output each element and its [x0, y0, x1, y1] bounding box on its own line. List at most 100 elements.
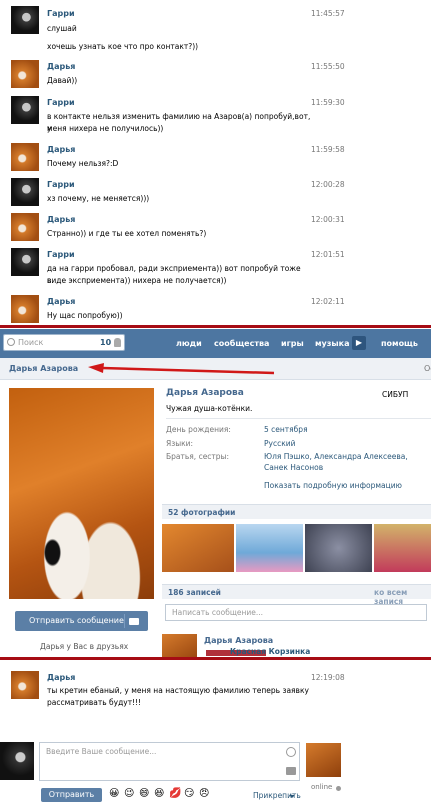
field-value[interactable]: Юля Пэшко, Александра Алексеева, Санек Н… — [264, 451, 429, 473]
divider — [166, 418, 431, 419]
friends-note: Дарья у Вас в друзьях — [40, 642, 129, 651]
avatar[interactable] — [11, 178, 39, 206]
message-text: слушай — [47, 24, 77, 33]
wall-author-name[interactable]: Дарья Азарова — [204, 636, 273, 645]
message-placeholder: Введите Ваше сообщение... — [46, 747, 157, 756]
camera-icon[interactable] — [286, 767, 296, 775]
search-icon — [7, 338, 15, 346]
photo-thumbnail[interactable] — [162, 524, 234, 572]
post-placeholder: Написать сообщение... — [172, 608, 264, 617]
field-value[interactable]: 5 сентября — [264, 424, 429, 435]
message-time: 12:00:28 — [311, 180, 345, 189]
recipient-avatar[interactable] — [306, 743, 341, 777]
sender-name[interactable]: Гарри — [47, 9, 75, 18]
emoji-icon[interactable]: 😀 — [109, 788, 119, 800]
wall-attachment-title[interactable]: Красная Корзинка — [230, 647, 310, 656]
show-more-info-link[interactable]: Показать подробную информацию — [264, 481, 402, 490]
sender-name[interactable]: Дарья — [47, 215, 75, 224]
nav-communities[interactable]: сообщества — [214, 339, 269, 348]
message-input[interactable]: Введите Ваше сообщение... — [39, 742, 300, 781]
play-icon[interactable]: ▶ — [352, 336, 366, 350]
avatar[interactable] — [11, 60, 39, 88]
message-time: 12:02:11 — [311, 297, 345, 306]
avatar[interactable] — [11, 6, 39, 34]
avatar[interactable] — [11, 143, 39, 171]
search-placeholder: Поиск — [18, 338, 44, 347]
sender-name[interactable]: Гарри — [47, 98, 75, 107]
emoji-icon[interactable]: 😄 — [139, 788, 149, 800]
message-text: хз почему, не меняется))) — [47, 194, 150, 203]
message-text: виде эксприемента)) нихера не получается… — [47, 276, 227, 285]
nav-music[interactable]: музыка — [315, 339, 349, 348]
smiley-icon[interactable] — [286, 747, 296, 757]
sender-name[interactable]: Гарри — [47, 180, 75, 189]
avatar[interactable] — [11, 213, 39, 241]
message-time: 11:59:30 — [311, 98, 345, 107]
emoji-icon[interactable]: 😠 — [199, 788, 209, 800]
divider-line — [0, 325, 431, 328]
search-count: 10 — [100, 338, 112, 347]
search-input[interactable]: Поиск 10 — [3, 334, 125, 351]
top-nav-bar: Поиск 10 люди сообщества игры музыка ▶ п… — [0, 329, 431, 358]
message-text: Ну щас попробую)) — [47, 311, 123, 320]
message-text: меня нихера не получилось)) — [47, 124, 164, 133]
avatar[interactable] — [11, 295, 39, 323]
red-arrow-annotation — [88, 363, 275, 375]
sender-name[interactable]: Дарья — [47, 145, 75, 154]
avatar[interactable] — [11, 96, 39, 124]
message-text: ты кретин ебаный, у меня на настоящую фа… — [47, 686, 309, 695]
photos-header[interactable]: 52 фотографии — [162, 504, 431, 519]
user-icon — [114, 338, 121, 347]
profile-name: Дарья Азарова — [166, 388, 244, 398]
breadcrumb-right[interactable]: Ос — [424, 364, 431, 373]
sender-name[interactable]: Гарри — [47, 250, 75, 259]
posts-title[interactable]: 186 записей — [168, 588, 221, 597]
field-value[interactable]: Русский — [264, 438, 429, 449]
message-time: 12:19:08 — [311, 673, 345, 682]
photo-thumbnail[interactable] — [236, 524, 303, 572]
field-label: День рождения: — [166, 425, 231, 434]
field-label: Братья, сестры: — [166, 452, 230, 461]
avatar[interactable] — [11, 671, 39, 699]
sender-name[interactable]: Дарья — [47, 673, 75, 682]
button-divider — [124, 614, 125, 628]
message-text: Странно)) и где ты ее хотел поменять?) — [47, 229, 207, 238]
avatar[interactable] — [11, 248, 39, 276]
profile-status: Чужая душа-котёнки. — [166, 404, 253, 413]
my-avatar[interactable] — [0, 742, 34, 780]
emoji-icon[interactable]: 😏 — [184, 788, 194, 800]
posts-header: 186 записей ко всем запися — [162, 584, 431, 606]
wall-post-input[interactable]: Написать сообщение... — [165, 604, 427, 621]
divider-line — [0, 657, 431, 660]
emoji-icon[interactable]: 😉 — [124, 788, 134, 800]
sender-name[interactable]: Дарья — [47, 62, 75, 71]
profile-photo[interactable] — [9, 388, 154, 599]
avatar[interactable] — [162, 634, 197, 658]
photo-thumbnail[interactable] — [374, 524, 431, 572]
online-status: online — [311, 783, 333, 791]
page-title[interactable]: Дарья Азарова — [9, 364, 78, 373]
photos-title[interactable]: 52 фотографии — [168, 508, 235, 517]
emoji-icon[interactable]: 😆 — [154, 788, 164, 800]
nav-people[interactable]: люди — [176, 339, 202, 348]
message-text: рассматривать будут!!! — [47, 698, 142, 707]
nav-games[interactable]: игры — [281, 339, 304, 348]
field-label: Языки: — [166, 439, 194, 448]
send-message-label: Отправить сообщение — [29, 616, 124, 625]
video-call-icon[interactable] — [129, 618, 139, 625]
photo-thumbnail[interactable] — [305, 524, 372, 572]
message-time: 12:00:31 — [311, 215, 345, 224]
send-message-button[interactable]: Отправить сообщение — [15, 611, 148, 631]
message-text: Давай)) — [47, 76, 78, 85]
profile-university[interactable]: СИБУП — [382, 390, 408, 399]
message-text: Почему нельзя?:D — [47, 159, 119, 168]
nav-help[interactable]: помощь — [381, 339, 418, 348]
message-time: 11:55:50 — [311, 62, 345, 71]
message-time: 11:45:57 — [311, 9, 345, 18]
message-text: хочешь узнать кое что про контакт?)) — [47, 42, 199, 51]
emoji-icon[interactable]: 💋 — [169, 788, 181, 800]
chevron-down-icon[interactable] — [289, 795, 295, 798]
message-time: 12:01:51 — [311, 250, 345, 259]
sender-name[interactable]: Дарья — [47, 297, 75, 306]
message-time: 11:59:58 — [311, 145, 345, 154]
